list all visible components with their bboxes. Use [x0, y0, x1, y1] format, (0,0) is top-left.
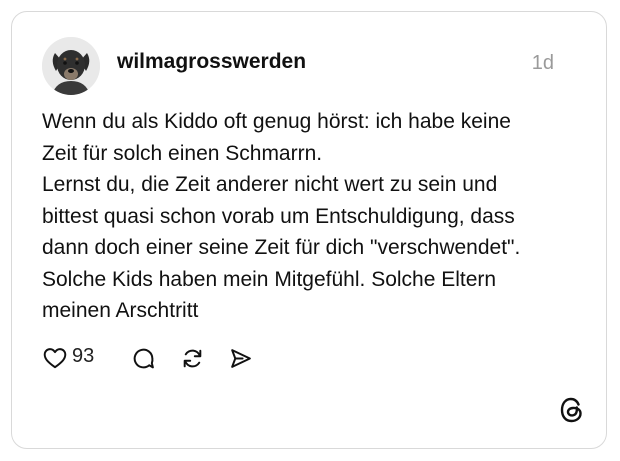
comment-button[interactable] [131, 343, 157, 373]
share-button[interactable] [228, 343, 254, 373]
threads-logo-icon [558, 395, 586, 425]
post-text-line: meinen Arschtritt [42, 299, 199, 322]
post-time: 1d [531, 52, 554, 74]
post-text-line: bittest quasi schon vorab um Entschuldig… [42, 204, 515, 228]
post-card: wilmagrosswerden 1d Wenn du als Kiddo of… [11, 11, 607, 449]
username[interactable]: wilmagrosswerden [117, 50, 306, 74]
heart-icon [43, 348, 67, 369]
like-count: 93 [72, 345, 95, 367]
repost-button[interactable] [180, 343, 206, 373]
comment-icon [133, 348, 154, 368]
share-icon [231, 348, 251, 368]
dog-avatar-icon [42, 37, 100, 95]
post-text-line: Solche Kids haben mein Mitgefühl. Solche… [42, 267, 497, 291]
avatar[interactable] [42, 37, 100, 95]
post-text-line: Lernst du, die Zeit anderer nicht wert z… [42, 173, 498, 196]
post-text-line: dann doch einer seine Zeit für dich "ver… [42, 236, 521, 259]
post-text: Wenn du als Kiddo oft genug hörst: ich h… [42, 106, 582, 327]
like-button[interactable]: 93 [42, 343, 106, 373]
repost-icon [183, 349, 202, 367]
post-text-line: Zeit für solch einen Schmarrn. [42, 141, 323, 165]
post-text-line: Wenn du als Kiddo oft genug hörst: ich h… [42, 110, 511, 133]
